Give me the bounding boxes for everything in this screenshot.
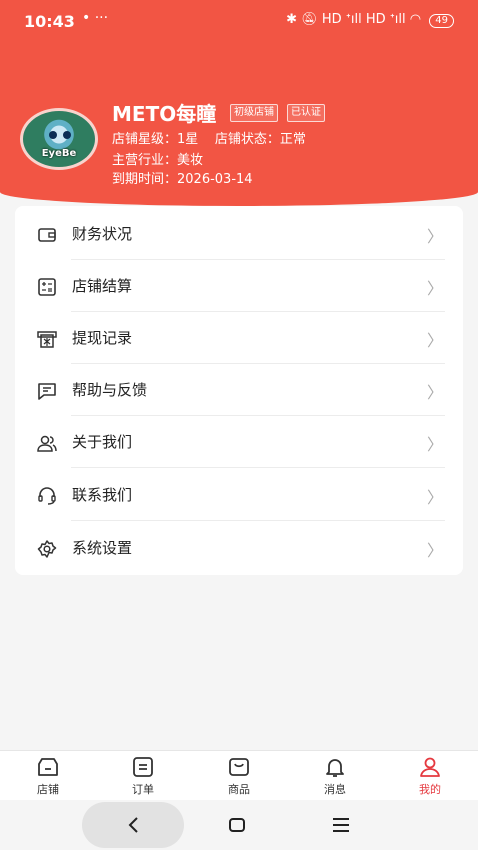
- menu-card: 财务状况 〉 店铺结算 〉 提现记录 〉 帮助与反馈 〉 关于我们 〉 联系我们…: [15, 206, 463, 575]
- chat-icon: [38, 383, 56, 400]
- store-icon: [38, 758, 58, 776]
- chevron-right-icon: 〉: [426, 541, 443, 560]
- system-nav-bar: [0, 800, 478, 850]
- menu-item-about-us[interactable]: 关于我们 〉: [15, 416, 463, 468]
- menu-item-label: 系统设置: [72, 539, 133, 557]
- chevron-right-icon: 〉: [426, 435, 443, 454]
- wallet-icon: [38, 228, 56, 242]
- menu-item-label: 帮助与反馈: [72, 381, 148, 399]
- mute-icon: 🔕︎: [301, 12, 318, 27]
- tab-orders[interactable]: 订单: [113, 755, 173, 797]
- profile-header: 10:43 • ··· ✱ 🔕︎ HD ᐩıll HD ᐩıll ◠ 49 Ey…: [0, 0, 478, 206]
- shop-name: METO每瞳: [112, 102, 217, 126]
- status-bar: 10:43 • ··· ✱ 🔕︎ HD ᐩıll HD ᐩıll ◠ 49: [0, 0, 478, 42]
- shop-level-badge: 初级店铺: [230, 104, 278, 122]
- star-level: 店铺星级：1星: [112, 132, 199, 147]
- menu-item-settlement[interactable]: 店铺结算 〉: [15, 260, 463, 312]
- user-icon: [420, 757, 440, 777]
- bottom-tab-bar: 店铺 订单 商品 消息 我的: [0, 750, 478, 801]
- withdraw-icon: [37, 331, 57, 348]
- shop-info-row: 店铺星级：1星 店铺状态：正常: [112, 128, 306, 147]
- users-icon: [37, 435, 57, 452]
- status-icons: ✱ 🔕︎ HD ᐩıll HD ᐩıll ◠ 49: [286, 12, 454, 28]
- avatar-logo-text: EyeBe: [41, 148, 77, 159]
- battery-icon: 49: [429, 14, 454, 28]
- bell-icon: [326, 759, 344, 777]
- status-time: 10:43: [24, 12, 75, 31]
- wifi-icon: ◠: [409, 12, 422, 27]
- tab-products[interactable]: 商品: [209, 755, 269, 797]
- menu-item-label: 店铺结算: [72, 277, 133, 295]
- tab-label: 消息: [324, 783, 346, 796]
- menu-item-label: 提现记录: [72, 329, 133, 347]
- menu-item-withdraw-records[interactable]: 提现记录 〉: [15, 312, 463, 364]
- menu-item-label: 财务状况: [72, 225, 133, 243]
- back-icon: [128, 817, 138, 833]
- home-button[interactable]: [228, 817, 246, 833]
- avatar-eye: [63, 131, 71, 139]
- menu-item-contact-us[interactable]: 联系我们 〉: [15, 469, 463, 521]
- menu-item-label: 联系我们: [72, 486, 133, 504]
- menu-item-label: 关于我们: [72, 433, 133, 451]
- tab-mine[interactable]: 我的: [400, 755, 460, 797]
- headset-icon: [38, 487, 56, 505]
- calculator-icon: [38, 278, 56, 296]
- tab-label: 商品: [228, 783, 250, 796]
- status-notification-dots: • ···: [82, 10, 109, 26]
- menu-item-system-settings[interactable]: 系统设置 〉: [15, 522, 463, 574]
- bluetooth-icon: ✱: [286, 12, 298, 27]
- tab-label: 店铺: [37, 783, 59, 796]
- shop-status: 店铺状态：正常: [214, 132, 306, 147]
- chevron-right-icon: 〉: [426, 279, 443, 298]
- avatar-eye: [49, 131, 57, 139]
- industry: 主营行业：美妆: [112, 153, 204, 168]
- divider: [71, 467, 445, 468]
- chevron-right-icon: 〉: [426, 383, 443, 402]
- expiry-date: 到期时间：2026-03-14: [112, 172, 253, 187]
- product-icon: [229, 758, 249, 776]
- tab-store[interactable]: 店铺: [18, 755, 78, 797]
- avatar[interactable]: EyeBe: [20, 108, 98, 170]
- divider: [71, 520, 445, 521]
- menu-button[interactable]: [331, 817, 351, 833]
- tab-messages[interactable]: 消息: [305, 755, 365, 797]
- chevron-right-icon: 〉: [426, 227, 443, 246]
- order-icon: [133, 757, 153, 777]
- tab-label: 订单: [132, 783, 154, 796]
- signal-icon: HD ᐩıll HD ᐩıll: [321, 12, 406, 27]
- chevron-right-icon: 〉: [426, 331, 443, 350]
- menu-item-finance[interactable]: 财务状况 〉: [15, 208, 463, 260]
- tab-label: 我的: [419, 783, 441, 796]
- gear-icon: [37, 540, 57, 558]
- menu-item-help-feedback[interactable]: 帮助与反馈 〉: [15, 364, 463, 416]
- chevron-right-icon: 〉: [426, 488, 443, 507]
- verified-badge: 已认证: [287, 104, 325, 122]
